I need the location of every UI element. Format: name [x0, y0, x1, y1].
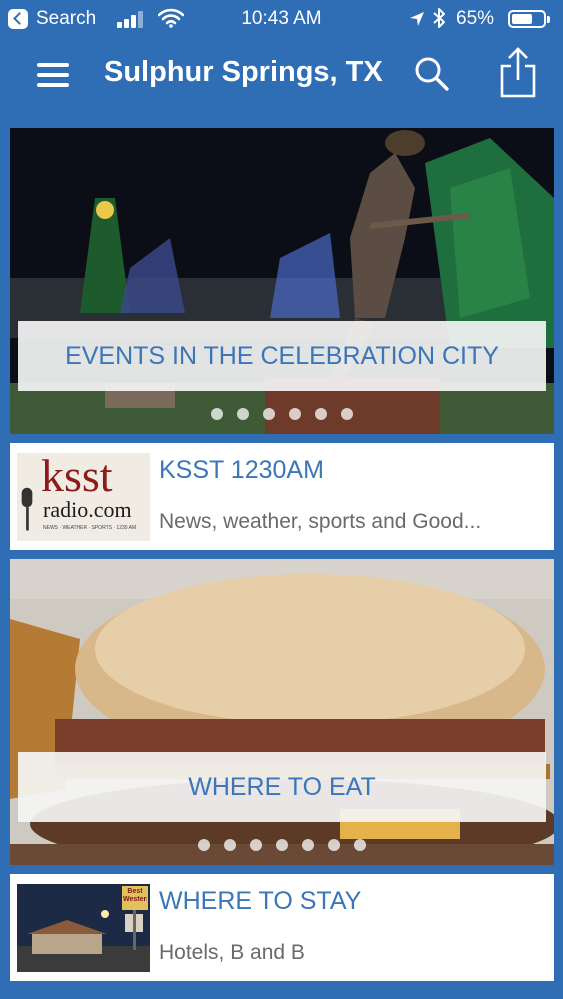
events-label: EVENTS IN THE CELEBRATION CITY: [18, 321, 546, 391]
events-card[interactable]: EVENTS IN THE CELEBRATION CITY: [10, 128, 554, 434]
where-to-eat-label: WHERE TO EAT: [18, 752, 546, 822]
hotel-sign-text: Best Western: [123, 888, 147, 903]
battery-percentage: 65%: [456, 8, 495, 29]
where-to-eat-card[interactable]: WHERE TO EAT: [10, 559, 554, 865]
where-to-stay-card[interactable]: Best Western WHERE TO STAY Hotels, B and…: [10, 874, 554, 981]
eat-page-indicator[interactable]: [10, 838, 554, 852]
ksst-radio-card[interactable]: ksst radio.com NEWS · WEATHER · SPORTS ·…: [10, 443, 554, 550]
microphone-icon: [21, 487, 33, 531]
ksst-title: KSST 1230AM: [159, 456, 324, 484]
menu-icon[interactable]: [37, 63, 69, 87]
share-icon[interactable]: [500, 46, 536, 98]
navigation-bar: Sulphur Springs, TX: [0, 38, 563, 114]
battery-icon: [508, 10, 550, 28]
ksst-tagline: NEWS · WEATHER · SPORTS · 1230 AM: [43, 525, 137, 531]
where-to-stay-title: WHERE TO STAY: [159, 887, 362, 915]
hotel-photo: Best Western: [17, 884, 150, 972]
search-icon[interactable]: [414, 56, 450, 92]
bluetooth-icon: [433, 8, 445, 28]
page-title: Sulphur Springs, TX: [104, 56, 383, 88]
where-to-stay-subtitle: Hotels, B and B: [159, 941, 305, 964]
ksst-subtitle: News, weather, sports and Good...: [159, 510, 482, 533]
events-page-indicator[interactable]: [10, 407, 554, 421]
radio-logo-text: radio.com: [43, 497, 132, 522]
ksst-logo: ksst radio.com NEWS · WEATHER · SPORTS ·…: [17, 453, 150, 541]
ksst-logo-text: ksst: [41, 453, 113, 501]
location-icon: [410, 12, 424, 26]
status-bar: Search 10:43 AM 65%: [0, 0, 563, 38]
battery-level: [512, 14, 532, 24]
